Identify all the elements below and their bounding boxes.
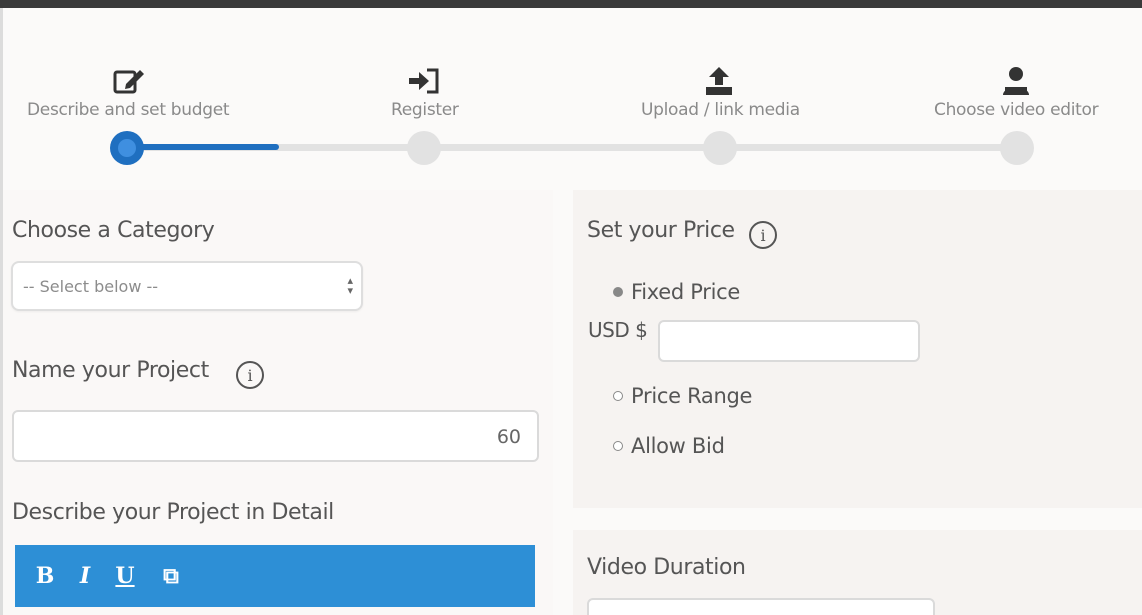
currency-label: USD $ — [588, 318, 648, 342]
character-counter: 60 — [496, 426, 521, 448]
paste-icon[interactable]: ⧉ — [159, 563, 183, 589]
step-dot-describe[interactable] — [110, 131, 144, 165]
step-label-editor: Choose video editor — [934, 100, 1099, 120]
price-range-label: Price Range — [631, 384, 753, 408]
price-label: Set your Price — [587, 218, 735, 243]
description-label: Describe your Project in Detail — [12, 500, 334, 525]
edit-icon — [109, 64, 149, 98]
category-select[interactable]: -- Select below -- ▴ ▾ — [11, 261, 363, 311]
underline-button[interactable]: U — [113, 563, 137, 589]
fixed-price-option[interactable]: Fixed Price — [613, 280, 740, 304]
bold-button[interactable]: B — [33, 563, 57, 589]
step-label-upload: Upload / link media — [641, 100, 800, 120]
step-label-register: Register — [391, 100, 459, 120]
price-range-option[interactable]: Price Range — [613, 384, 752, 408]
fixed-price-label: Fixed Price — [631, 280, 741, 304]
step-label-describe: Describe and set budget — [27, 100, 230, 120]
price-range-radio[interactable] — [613, 391, 623, 401]
category-select-value: -- Select below -- — [23, 277, 159, 296]
fixed-price-radio[interactable] — [613, 287, 623, 297]
project-name-input[interactable]: 60 — [12, 410, 539, 462]
allow-bid-radio[interactable] — [613, 441, 623, 451]
select-arrows-icon: ▴ ▾ — [347, 274, 353, 297]
project-name-info-icon[interactable]: i — [236, 361, 264, 389]
project-name-label: Name your Project — [12, 358, 209, 383]
sign-in-icon — [404, 64, 444, 98]
step-dot-editor[interactable] — [1000, 131, 1034, 165]
progress-fill — [128, 144, 279, 150]
user-icon — [996, 64, 1036, 98]
allow-bid-option[interactable]: Allow Bid — [613, 434, 725, 458]
price-amount-input[interactable] — [658, 320, 920, 362]
category-label: Choose a Category — [12, 218, 215, 243]
duration-label: Video Duration — [587, 555, 746, 580]
upload-icon — [699, 64, 739, 98]
step-dot-register[interactable] — [407, 131, 441, 165]
editor-toolbar: B I U ⧉ — [15, 545, 535, 607]
allow-bid-label: Allow Bid — [631, 434, 725, 458]
duration-select[interactable] — [587, 598, 935, 615]
progress-stepper: Describe and set budget Register Upload … — [3, 8, 1142, 193]
price-info-icon[interactable]: i — [749, 221, 777, 249]
step-dot-upload[interactable] — [703, 131, 737, 165]
italic-button[interactable]: I — [73, 563, 97, 589]
